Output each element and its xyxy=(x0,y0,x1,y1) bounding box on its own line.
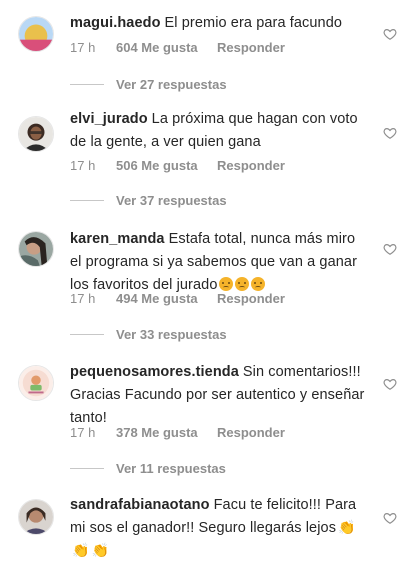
comment-likes[interactable]: 378 Me gusta xyxy=(116,425,217,440)
replies-divider xyxy=(70,200,104,201)
avatar[interactable] xyxy=(18,16,54,52)
comment-likes[interactable]: 506 Me gusta xyxy=(116,158,217,173)
clapping-hands-icon: 👏 xyxy=(338,519,356,535)
comment-time: 17 h xyxy=(70,40,96,55)
comment-time: 17 h xyxy=(70,158,96,173)
comment-body: El premio era para facundo xyxy=(164,15,343,31)
comment-meta: 17 h 378 Me gusta Responder xyxy=(70,425,285,440)
comment-time: 17 h xyxy=(70,425,96,440)
comment-time: 17 h xyxy=(70,291,96,306)
comment-likes[interactable]: 604 Me gusta xyxy=(116,40,217,55)
reply-button[interactable]: Responder xyxy=(217,158,285,173)
reply-button[interactable]: Responder xyxy=(217,40,285,55)
like-heart-icon[interactable] xyxy=(383,242,397,256)
view-replies-button[interactable]: Ver 37 respuestas xyxy=(70,193,227,208)
comment-text: elvi_jurado La próxima que hagan con voto… xyxy=(70,108,366,154)
avatar[interactable] xyxy=(18,365,54,401)
avatar[interactable] xyxy=(18,231,54,267)
comment-meta: 17 h 604 Me gusta Responder xyxy=(70,40,285,55)
comment-username[interactable]: elvi_jurado xyxy=(70,111,148,127)
like-heart-icon[interactable] xyxy=(383,126,397,140)
comment-username[interactable]: magui.haedo xyxy=(70,15,161,31)
replies-divider xyxy=(70,468,104,469)
view-replies-label[interactable]: Ver 27 respuestas xyxy=(116,77,227,92)
view-replies-button[interactable]: Ver 27 respuestas xyxy=(70,77,227,92)
reply-button[interactable]: Responder xyxy=(217,291,285,306)
replies-divider xyxy=(70,334,104,335)
avatar[interactable] xyxy=(18,116,54,152)
view-replies-label[interactable]: Ver 37 respuestas xyxy=(116,193,227,208)
comment-meta: 17 h 506 Me gusta Responder xyxy=(70,158,285,173)
comment-username[interactable]: sandrafabianaotano xyxy=(70,497,210,513)
replies-divider xyxy=(70,84,104,85)
clapping-hands-icon: 👏 xyxy=(72,542,90,558)
comment-likes[interactable]: 494 Me gusta xyxy=(116,291,217,306)
view-replies-button[interactable]: Ver 11 respuestas xyxy=(70,461,226,476)
disappointed-face-icon xyxy=(251,277,266,291)
like-heart-icon[interactable] xyxy=(383,377,397,391)
like-heart-icon[interactable] xyxy=(383,27,397,41)
clapping-hands-icon: 👏 xyxy=(91,542,110,558)
view-replies-button[interactable]: Ver 33 respuestas xyxy=(70,327,227,342)
comment-username[interactable]: pequenosamores.tienda xyxy=(70,364,239,380)
like-heart-icon[interactable] xyxy=(383,511,397,525)
avatar[interactable] xyxy=(18,499,54,535)
comment-text: karen_manda Estafa total, nunca más miro … xyxy=(70,228,366,297)
comment-text: pequenosamores.tienda Sin comentarios!!! … xyxy=(70,361,366,430)
comment-meta: 17 h 494 Me gusta Responder xyxy=(70,291,285,306)
disappointed-face-icon xyxy=(235,277,250,291)
view-replies-label[interactable]: Ver 11 respuestas xyxy=(116,461,226,476)
reply-button[interactable]: Responder xyxy=(217,425,285,440)
comment-username[interactable]: karen_manda xyxy=(70,231,165,247)
comment-text: magui.haedo El premio era para facundo xyxy=(70,12,366,35)
disappointed-face-icon xyxy=(219,277,234,291)
view-replies-label[interactable]: Ver 33 respuestas xyxy=(116,327,227,342)
